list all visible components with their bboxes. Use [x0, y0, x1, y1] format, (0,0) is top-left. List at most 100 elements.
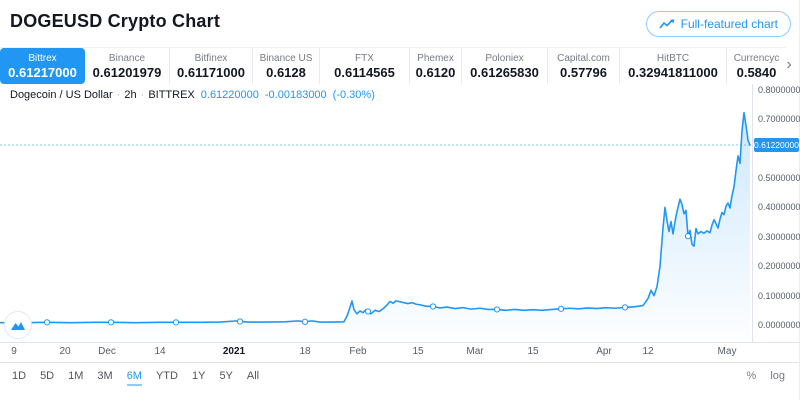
legend-change-percent: (-0.30%) [332, 89, 375, 101]
current-price-tag: 0.61220000 [754, 138, 799, 152]
exchange-price: 0.61201979 [92, 65, 162, 80]
data-point-marker [107, 319, 115, 326]
exchange-name: HitBTC [656, 53, 690, 64]
header: DOGEUSD Crypto Chart Full-featured chart [0, 0, 799, 46]
exchange-tab-bitfinex[interactable]: Bitfinex 0.61171000 [170, 48, 253, 84]
crypto-chart-widget: DOGEUSD Crypto Chart Full-featured chart… [0, 0, 800, 400]
exchange-name: Binance [108, 53, 146, 64]
price-axis-tick: 0.40000000 [758, 202, 800, 213]
price-axis-tick: 0.10000000 [758, 290, 800, 301]
scale-controls: % log [747, 370, 785, 382]
price-axis[interactable]: 0.61220000 0.80000000 0.70000000 0.5000000… [752, 84, 800, 342]
range-button-5y[interactable]: 5Y [219, 370, 232, 386]
exchange-tab-bittrex[interactable]: Bittrex 0.61217000 [0, 48, 85, 84]
data-point-marker [301, 318, 309, 325]
time-axis-tick: 15 [527, 346, 539, 357]
range-button-5d[interactable]: 5D [40, 370, 54, 386]
time-axis-tick: Dec [98, 346, 116, 357]
exchange-price: 0.5840 [736, 65, 777, 80]
legend-interval: 2h [124, 89, 137, 101]
bottom-toolbar: 1D 5D 1M 3M 6M YTD 1Y 5Y All % log [0, 362, 799, 401]
exchange-tab-hitbtc[interactable]: HitBTC 0.32941811000 [620, 48, 727, 84]
legend-symbol: Dogecoin / US Dollar [10, 89, 113, 101]
exchange-tabs: Bittrex 0.61217000 Binance 0.61201979 Bitfin… [0, 47, 786, 84]
data-point-marker [364, 308, 372, 315]
range-selector: 1D 5D 1M 3M 6M YTD 1Y 5Y All [12, 370, 259, 386]
time-axis-tick: 14 [154, 346, 166, 357]
exchange-price: 0.61217000 [8, 65, 77, 80]
percent-scale-button[interactable]: % [747, 370, 757, 382]
exchange-tab-binance-us[interactable]: Binance US 0.6128 [253, 48, 320, 84]
exchange-name: Poloniex [485, 53, 524, 64]
chart-area-fill [0, 112, 750, 342]
range-button-3m[interactable]: 3M [97, 370, 112, 386]
time-axis-tick: 9 [11, 346, 17, 357]
exchange-price: 0.61171000 [177, 65, 245, 80]
data-point-marker [236, 318, 244, 325]
exchange-name: Phemex [417, 53, 454, 64]
time-axis-tick: 12 [642, 346, 654, 357]
legend-change: -0.00183000 [264, 89, 327, 101]
price-axis-tick: 0.30000000 [758, 231, 800, 242]
legend-separator: · [140, 89, 145, 101]
price-axis-tick: 0.50000000 [758, 173, 800, 183]
data-point-marker [621, 304, 629, 311]
full-featured-chart-button[interactable]: Full-featured chart [645, 11, 791, 37]
exchange-name: FTX [355, 53, 374, 64]
time-axis-tick: Apr [596, 346, 612, 357]
exchange-tab-binance[interactable]: Binance 0.61201979 [85, 48, 170, 84]
time-axis-tick: 18 [299, 346, 311, 357]
price-axis-tick: 0.00000000 [758, 320, 800, 330]
chart-line [0, 111, 751, 324]
full-featured-chart-label: Full-featured chart [680, 17, 778, 31]
exchange-price: 0.6128 [266, 65, 306, 80]
exchange-tab-poloniex[interactable]: Poloniex 0.61265830 [462, 48, 548, 84]
time-axis[interactable]: 9 20 Dec 14 2021 18 Feb 15 Mar 15 Apr 12 May [0, 342, 752, 362]
exchange-price: 0.57796 [560, 65, 607, 80]
range-button-all[interactable]: All [247, 370, 259, 386]
range-button-1m[interactable]: 1M [68, 370, 83, 386]
tabs-scroll-right-chevron-icon[interactable]: › [782, 56, 796, 76]
data-point-marker [429, 303, 437, 310]
log-scale-button[interactable]: log [770, 370, 785, 382]
range-button-1y[interactable]: 1Y [192, 370, 205, 386]
exchange-price: 0.32941811000 [628, 65, 718, 80]
exchange-tab-capital-com[interactable]: Capital.com 0.57796 [548, 48, 620, 84]
range-button-ytd[interactable]: YTD [156, 370, 178, 386]
data-point-marker [172, 319, 180, 326]
time-axis-tick: 20 [59, 346, 71, 357]
exchange-name: Bitfinex [194, 53, 228, 64]
data-point-marker [493, 306, 501, 313]
time-axis-tick: 2021 [222, 346, 246, 357]
data-point-marker [43, 319, 51, 326]
legend-last-price: 0.61220000 [200, 89, 259, 101]
range-button-1d[interactable]: 1D [12, 370, 26, 386]
exchange-name: Bittrex [28, 53, 57, 64]
tradingview-logo[interactable] [4, 311, 32, 339]
page-title: DOGEUSD Crypto Chart [10, 11, 221, 31]
exchange-price: 0.61265830 [470, 65, 539, 80]
exchange-price: 0.6114565 [334, 65, 395, 80]
exchange-name: Binance US [259, 53, 313, 64]
time-axis-tick: 15 [412, 346, 424, 357]
exchange-tab-phemex[interactable]: Phemex 0.6120 [410, 48, 462, 84]
time-axis-tick: Mar [466, 346, 484, 357]
exchange-tab-currencyc[interactable]: Currencyc 0.5840 [727, 48, 786, 84]
exchange-name: Currencyc [733, 53, 780, 64]
range-button-6m[interactable]: 6M [126, 370, 142, 386]
mountain-logo-icon [11, 322, 25, 330]
time-axis-tick: Feb [349, 346, 367, 357]
chart-legend: Dogecoin / US Dollar · 2h · BITTREX 0.6122000… [10, 89, 375, 101]
legend-separator: · [116, 89, 121, 101]
price-chart[interactable] [0, 84, 752, 342]
legend-exchange: BITTREX [148, 89, 195, 101]
exchange-price: 0.6120 [415, 65, 456, 80]
price-axis-tick: 0.70000000 [758, 114, 800, 125]
exchange-name: Capital.com [557, 53, 610, 64]
trending-chart-icon [658, 19, 675, 29]
price-axis-tick: 0.20000000 [758, 261, 800, 272]
price-axis-tick: 0.80000000 [758, 84, 800, 95]
data-point-marker [557, 305, 565, 312]
exchange-tab-ftx[interactable]: FTX 0.6114565 [320, 48, 410, 84]
time-axis-tick: May [717, 346, 737, 357]
